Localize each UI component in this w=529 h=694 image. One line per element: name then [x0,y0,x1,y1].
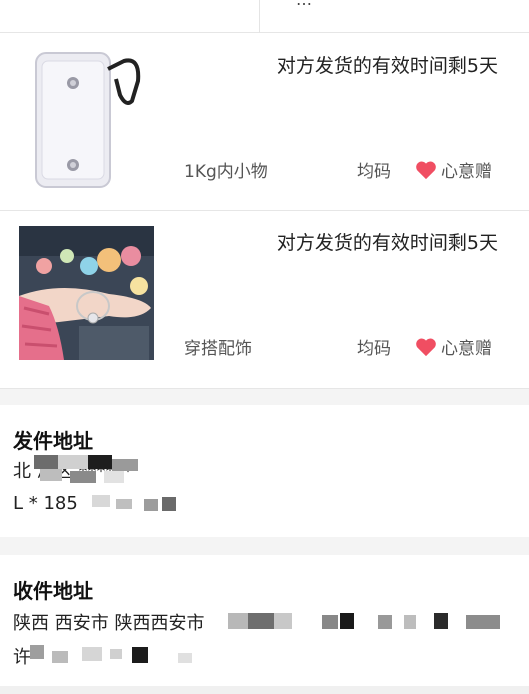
receiver-address-card: 收件地址 陕西 西安市 陕西西安市 许 [0,555,529,694]
receiver-address-line: 陕西 西安市 陕西西安市 [13,613,205,634]
heart-icon [416,161,436,179]
redaction-mosaic [92,493,182,519]
bottom-divider [0,686,529,694]
item-image-pouch [22,47,148,193]
gift-label: 心意赠 [441,162,492,182]
shipping-status: 对方发货的有效时间剩5天 [276,55,498,77]
sender-address-card: 发件地址 北 湖区 ****** L * 185 [0,405,529,537]
receiver-name-line: 许 [13,647,31,668]
column-divider [259,0,260,33]
item-size: 均码 [357,339,391,359]
partial-text: … [296,0,312,9]
order-item[interactable]: 对方发货的有效时间剩5天 穿搭配饰 均码 心意赠 [0,211,529,389]
shipping-status: 对方发货的有效时间剩5天 [276,232,498,254]
order-item[interactable]: 对方发货的有效时间剩5天 1Kg内小物 均码 心意赠 [0,33,529,211]
gift-label: 心意赠 [441,339,492,359]
gift-tag: 心意赠 [415,334,492,359]
sender-phone-line: L * 185 [13,493,78,514]
previous-item-partial: … [0,0,529,33]
redaction-mosaic [30,645,200,667]
gift-tag: 心意赠 [415,157,492,182]
redaction-mosaic [34,455,154,485]
receiver-address-title: 收件地址 [13,579,93,603]
item-size: 均码 [357,162,391,182]
item-image-bracelet [19,226,154,360]
item-category: 1Kg内小物 [184,162,268,182]
item-category: 穿搭配饰 [184,339,252,359]
redaction-mosaic [228,613,518,631]
sender-address-title: 发件地址 [13,429,93,453]
heart-icon [416,338,436,356]
